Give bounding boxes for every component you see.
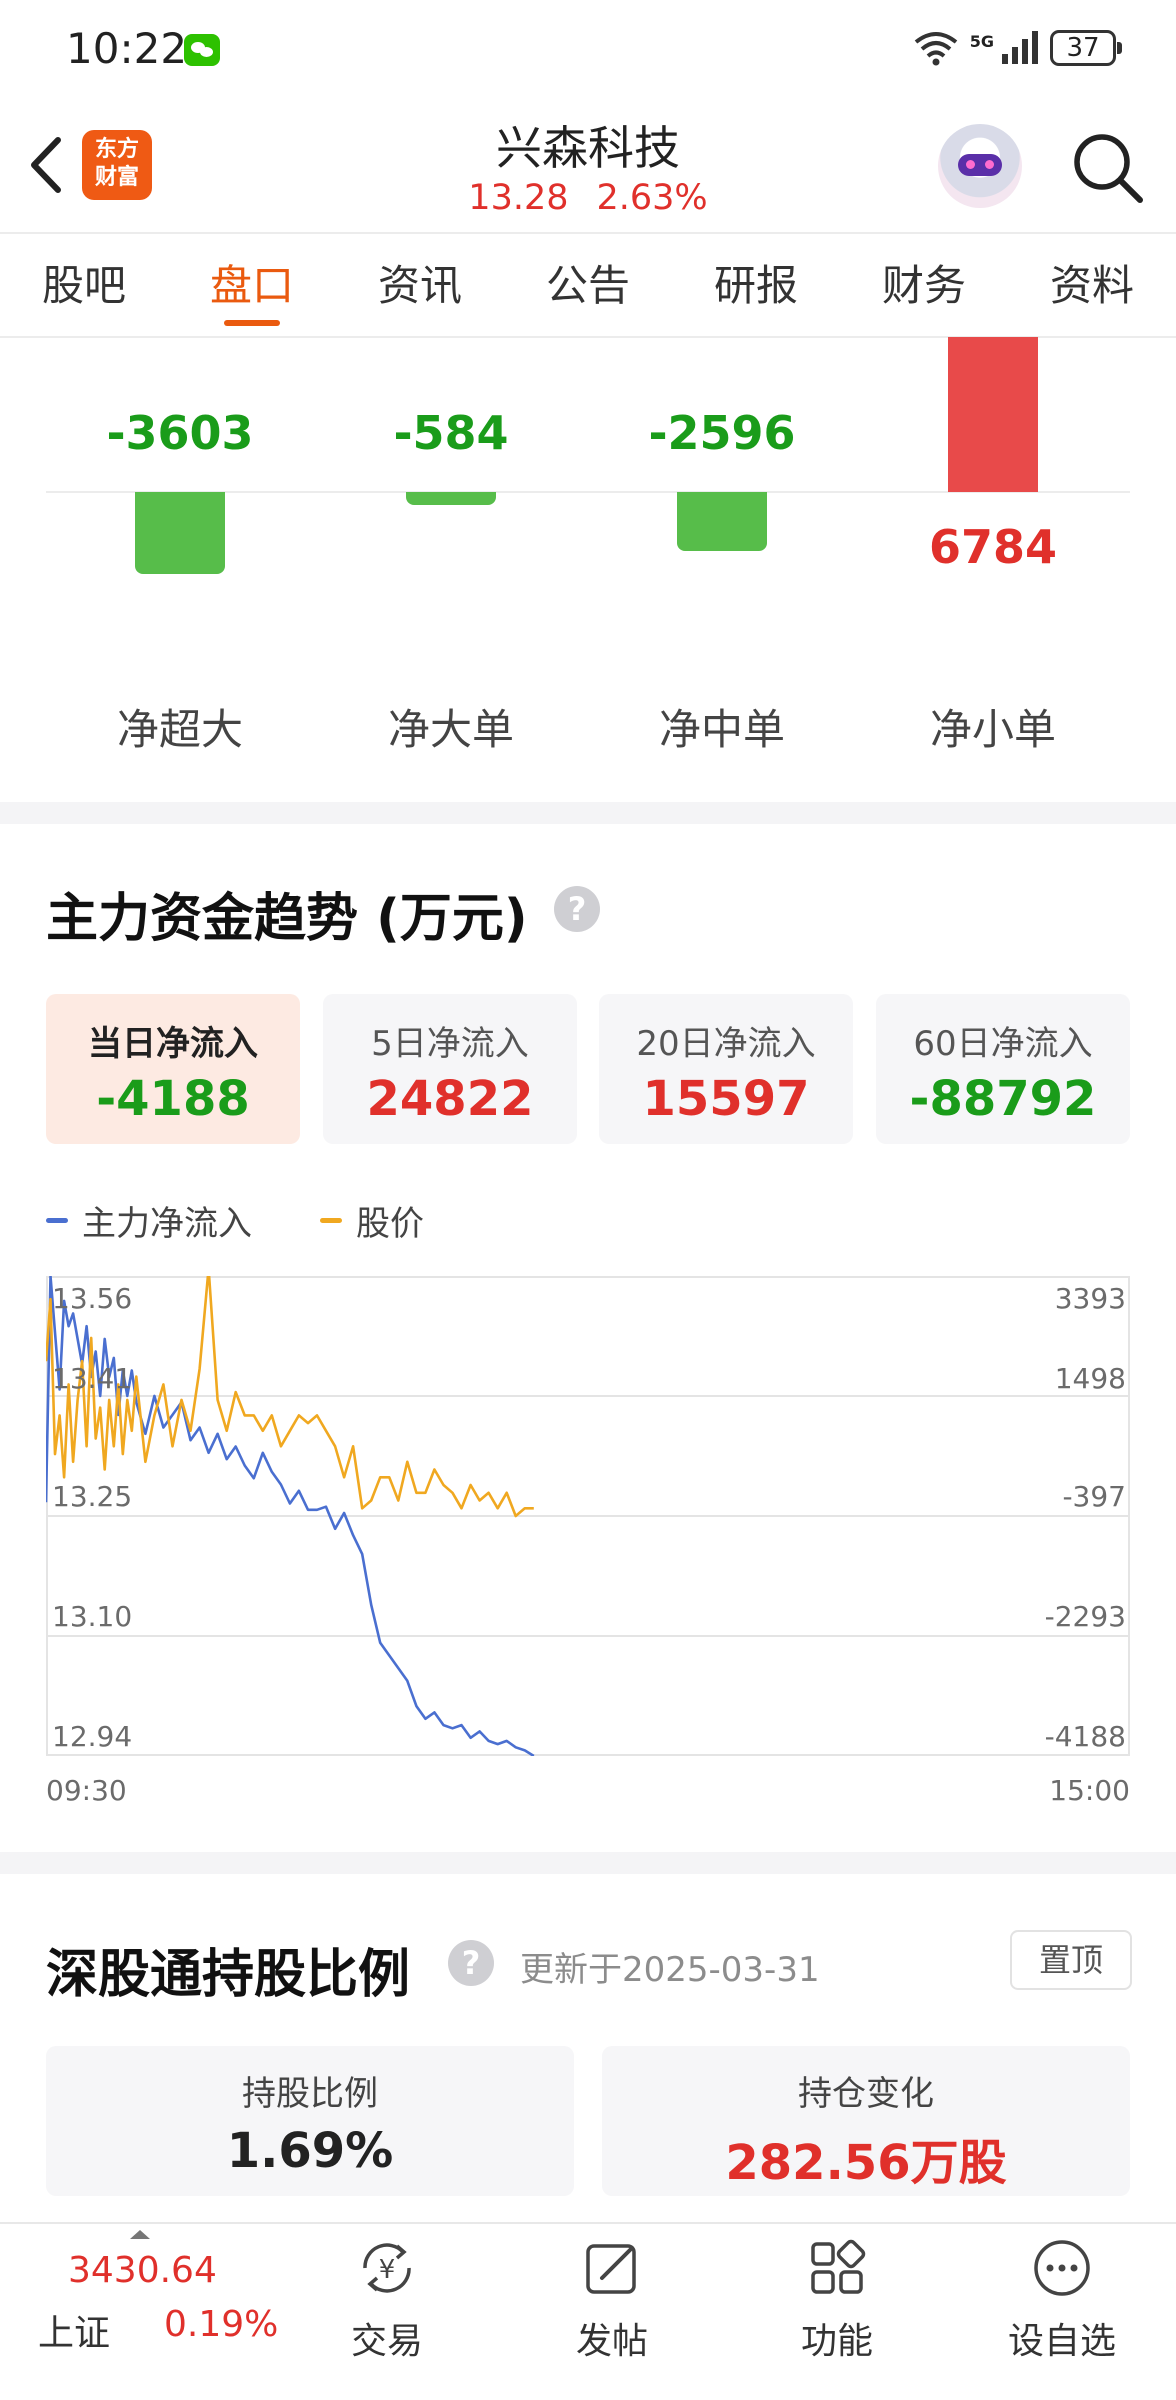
network-type: 5G: [969, 31, 994, 51]
legend-label: 股价: [356, 1204, 424, 1244]
legend-label: 主力净流入: [82, 1204, 252, 1244]
help-icon[interactable]: ?: [448, 1940, 494, 1986]
holding-ratio-value: 1.69%: [226, 2123, 394, 2179]
position-change-value: 282.56万股: [725, 2135, 1007, 2191]
nav-label: 功能: [800, 2321, 873, 2362]
tab-bar: 股吧 盘口 资讯 公告 研报 财务 资料: [0, 232, 1176, 338]
left-tick: 13.10: [52, 1600, 133, 1633]
left-tick: 13.25: [52, 1480, 133, 1513]
edit-icon: [586, 2244, 636, 2294]
index-change[interactable]: 0.19%: [164, 2304, 278, 2345]
flow-label-small: 净小单: [929, 705, 1056, 754]
nav-functions[interactable]: 功能: [762, 2236, 912, 2364]
tab-announcements[interactable]: 公告: [504, 234, 672, 336]
flow-value-medium: -2596: [648, 406, 796, 460]
legend-stock-price: 股价: [320, 1196, 424, 1245]
flow-value-super-large: -3603: [106, 406, 254, 460]
status-time: 10:22: [66, 24, 188, 73]
flow-bar-large: [406, 492, 496, 506]
stock-price: 13.28: [468, 178, 569, 218]
card-label: 60日净流入: [913, 1024, 1093, 1064]
x-tick-start: 09:30: [46, 1774, 127, 1807]
card-value: -4188: [96, 1071, 250, 1127]
update-date: 更新于2025-03-31: [520, 1950, 820, 1990]
flow-bar-small: [948, 337, 1038, 492]
tab-news[interactable]: 资讯: [336, 234, 504, 336]
section-divider: [0, 1852, 1176, 1874]
card-60day-inflow[interactable]: 60日净流入 -88792: [876, 994, 1130, 1144]
flow-label-super-large: 净超大: [116, 705, 243, 754]
right-tick: -2293: [1044, 1600, 1126, 1633]
status-icons: 5G 37: [912, 28, 1122, 68]
grid-icon: [811, 2239, 866, 2294]
card-value: 15597: [642, 1071, 810, 1127]
flow-value-large: -584: [393, 406, 509, 460]
card-value: 24822: [366, 1071, 534, 1127]
holding-ratio-label: 持股比例: [242, 2074, 378, 2114]
svg-text:¥: ¥: [379, 2255, 396, 2285]
card-today-inflow[interactable]: 当日净流入 -4188: [46, 994, 300, 1144]
card-5day-inflow[interactable]: 5日净流入 24822: [323, 994, 577, 1144]
search-icon[interactable]: [1070, 130, 1146, 206]
wechat-icon: [184, 34, 220, 66]
right-tick: -397: [1062, 1480, 1126, 1513]
card-label: 5日净流入: [371, 1024, 529, 1064]
x-tick-end: 15:00: [1049, 1774, 1130, 1807]
flow-label-medium: 净中单: [658, 705, 785, 754]
position-change-card: 持仓变化 282.56万股: [602, 2046, 1130, 2196]
card-label: 当日净流入: [88, 1024, 258, 1064]
screen: 10:22 5G 37 东方 财富 兴森科技 13.28 2.63% 股吧 盘口…: [0, 0, 1176, 2400]
nav-label: 发帖: [575, 2321, 648, 2362]
tab-pankou[interactable]: 盘口: [168, 234, 336, 336]
legend-swatch-blue: [46, 1218, 68, 1223]
left-tick: 12.94: [52, 1720, 133, 1753]
flow-value-small: 6784: [928, 520, 1058, 574]
flow-bar-medium: [677, 492, 767, 552]
right-tick: 1498: [1054, 1362, 1126, 1395]
holding-title: 深股通持股比例: [46, 1945, 411, 2005]
signal-icon: [1002, 31, 1038, 64]
tab-research[interactable]: 研报: [672, 234, 840, 336]
nav-trade[interactable]: ¥ 交易: [312, 2236, 462, 2364]
pin-to-top-button[interactable]: 置顶: [1010, 1930, 1132, 1990]
stock-change-pct: 2.63%: [596, 178, 708, 218]
battery-icon: 37: [1050, 30, 1122, 66]
help-icon[interactable]: ?: [554, 886, 600, 932]
trend-line-chart[interactable]: [46, 1276, 1130, 1756]
right-tick: 3393: [1054, 1282, 1126, 1315]
index-value[interactable]: 3430.64: [68, 2250, 217, 2291]
holding-ratio-card: 持股比例 1.69%: [46, 2046, 574, 2196]
yuan-cycle-icon: ¥: [363, 2243, 411, 2293]
flow-bar-super-large: [135, 492, 225, 575]
index-name[interactable]: 上证: [38, 2304, 110, 2356]
nav-post[interactable]: 发帖: [537, 2236, 687, 2364]
nav-label: 交易: [350, 2321, 423, 2362]
position-change-label: 持仓变化: [798, 2074, 934, 2114]
caret-up-icon[interactable]: [130, 2230, 150, 2239]
section-divider: [0, 802, 1176, 824]
wifi-icon: [914, 32, 957, 66]
card-label: 20日净流入: [636, 1024, 816, 1064]
right-tick: -4188: [1044, 1720, 1126, 1753]
card-value: -88792: [909, 1071, 1097, 1127]
left-tick: 13.41: [52, 1362, 133, 1395]
tab-profile[interactable]: 资料: [1008, 234, 1176, 336]
left-tick: 13.56: [52, 1282, 133, 1315]
flow-label-large: 净大单: [387, 705, 514, 754]
more-icon: [1034, 2240, 1090, 2296]
tab-finance[interactable]: 财务: [840, 234, 1008, 336]
nav-label: 设自选: [1007, 2321, 1116, 2362]
robot-visor: [958, 154, 1002, 176]
nav-add-watchlist[interactable]: 设自选: [987, 2236, 1137, 2364]
legend-swatch-orange: [320, 1218, 342, 1223]
card-20day-inflow[interactable]: 20日净流入 15597: [599, 994, 853, 1144]
legend-main-inflow: 主力净流入: [46, 1196, 252, 1245]
trend-title: 主力资金趋势 (万元): [46, 889, 528, 949]
tab-guba[interactable]: 股吧: [0, 234, 168, 336]
